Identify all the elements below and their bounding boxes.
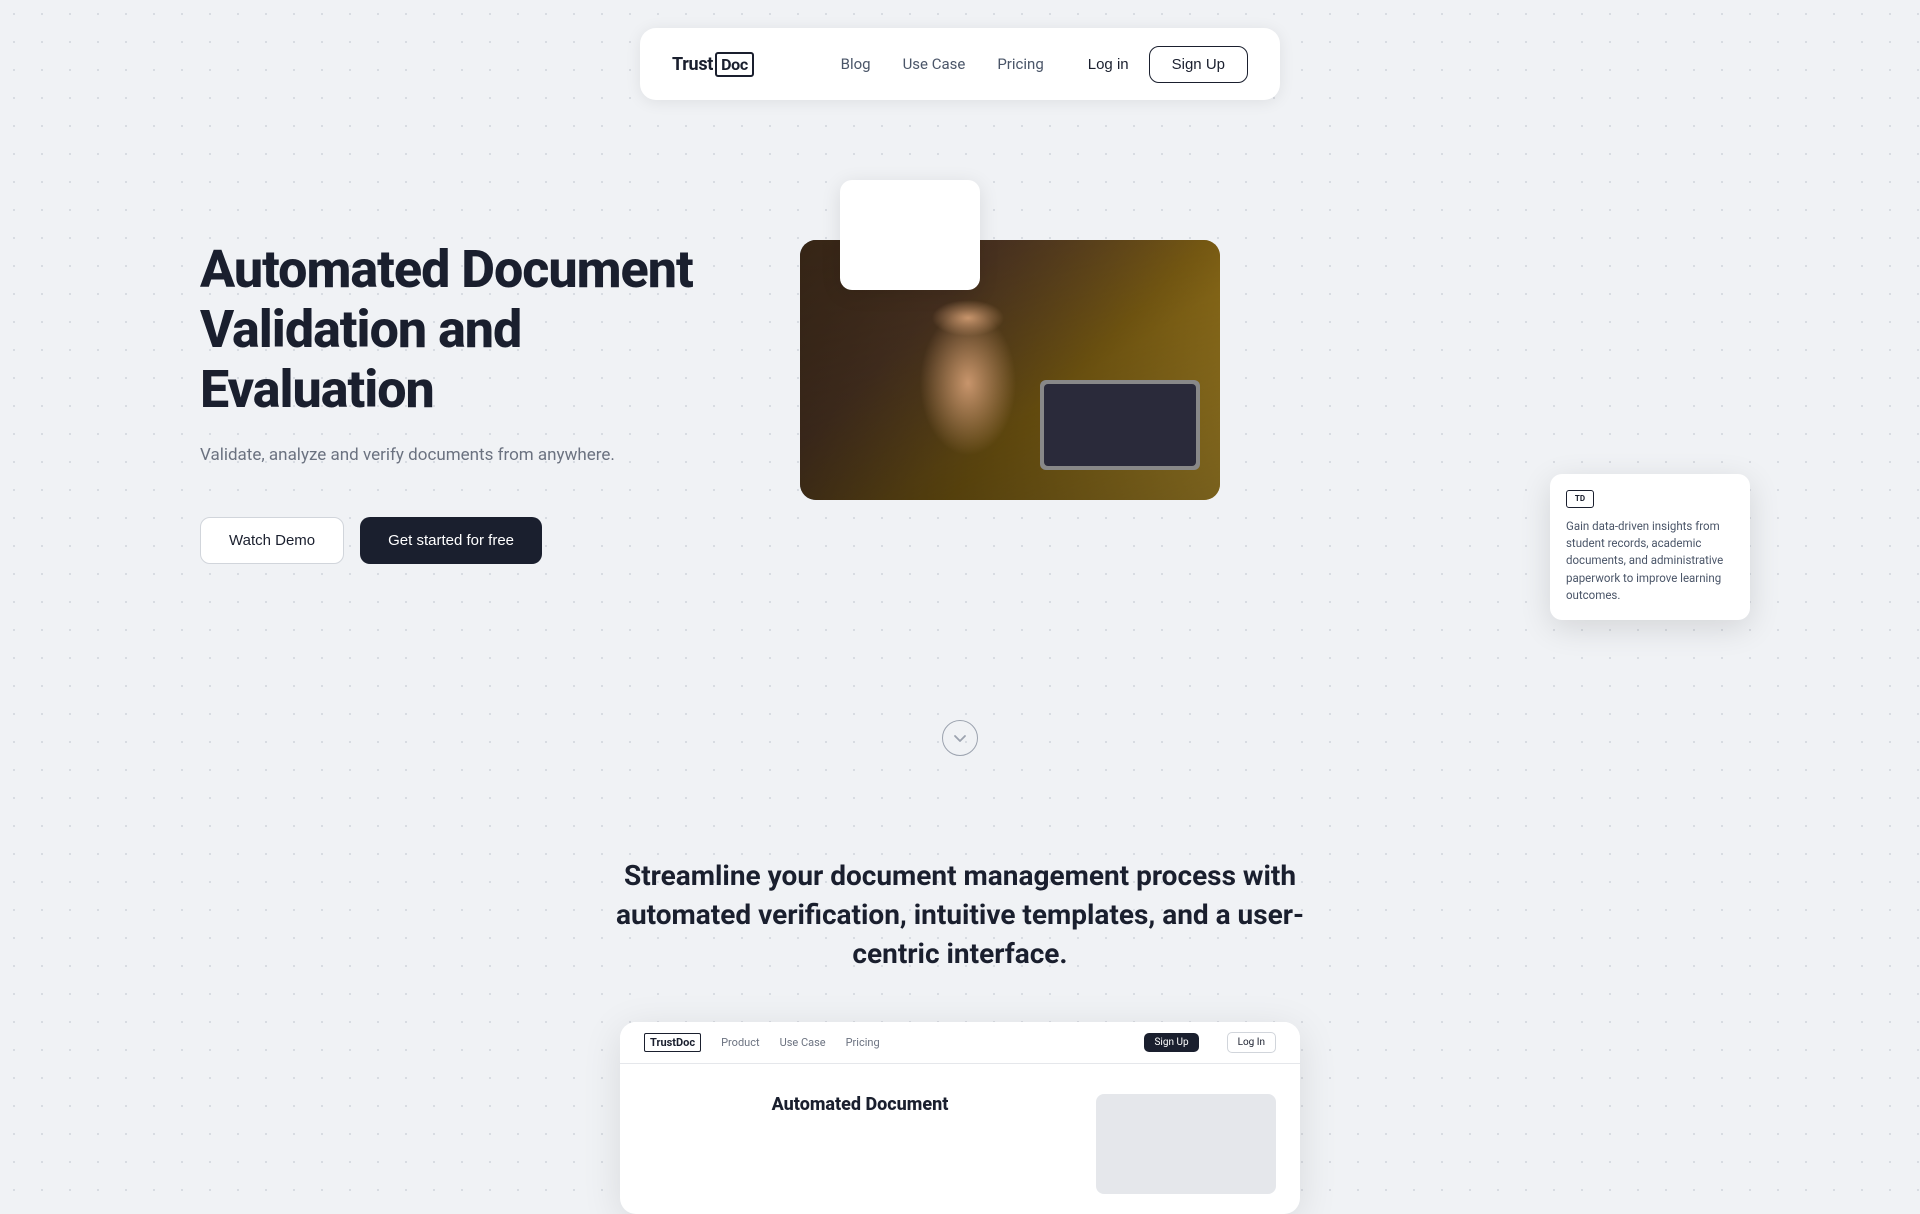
section2: Streamline your document management proc… bbox=[0, 796, 1920, 1214]
mockup-signup-btn[interactable]: Sign Up bbox=[1144, 1033, 1198, 1052]
hero-section: Automated Document Validation and Evalua… bbox=[0, 100, 1920, 700]
hero-subtitle: Validate, analyze and verify documents f… bbox=[200, 443, 720, 469]
mockup-nav-usecase: Use Case bbox=[780, 1036, 826, 1049]
chevron-down-icon bbox=[953, 731, 967, 745]
info-card-logo: TD bbox=[1566, 490, 1734, 508]
mockup-text-area: Automated Document bbox=[644, 1094, 1076, 1125]
logo-accent: Doc bbox=[715, 52, 754, 77]
hero-buttons: Watch Demo Get started for free bbox=[200, 517, 720, 564]
info-card-logo-icon: TD bbox=[1566, 490, 1594, 508]
info-card-text: Gain data-driven insights from student r… bbox=[1566, 518, 1734, 604]
hero-card-top bbox=[840, 180, 980, 290]
signup-button[interactable]: Sign Up bbox=[1149, 46, 1248, 83]
hero-title: Automated Document Validation and Evalua… bbox=[200, 240, 720, 419]
watch-demo-button[interactable]: Watch Demo bbox=[200, 517, 344, 564]
mockup-login-btn[interactable]: Log In bbox=[1227, 1032, 1276, 1053]
nav-link-use-case[interactable]: Use Case bbox=[903, 55, 966, 73]
navbar: TrustDoc Blog Use Case Pricing Log in Si… bbox=[640, 28, 1280, 100]
nav-link-pricing[interactable]: Pricing bbox=[997, 55, 1043, 73]
hero-left: Automated Document Validation and Evalua… bbox=[200, 180, 720, 564]
logo-text: TrustDoc bbox=[672, 52, 754, 77]
nav-link-blog[interactable]: Blog bbox=[841, 55, 871, 73]
hero-info-card: TD Gain data-driven insights from studen… bbox=[1550, 474, 1750, 620]
mockup-content: Automated Document bbox=[620, 1064, 1300, 1214]
laptop-shape bbox=[1040, 380, 1200, 470]
nav-actions: Log in Sign Up bbox=[1084, 46, 1248, 83]
scroll-chevron-button[interactable] bbox=[942, 720, 978, 756]
nav-links: Blog Use Case Pricing bbox=[841, 55, 1044, 73]
mockup-content-title: Automated Document bbox=[644, 1094, 1076, 1115]
app-mockup: TrustDoc Product Use Case Pricing Sign U… bbox=[620, 1022, 1300, 1214]
section2-title: Streamline your document management proc… bbox=[580, 856, 1340, 974]
scroll-indicator bbox=[0, 700, 1920, 796]
logo[interactable]: TrustDoc bbox=[672, 52, 754, 77]
mockup-logo: TrustDoc bbox=[644, 1033, 701, 1052]
mockup-navbar: TrustDoc Product Use Case Pricing Sign U… bbox=[620, 1022, 1300, 1064]
get-started-button[interactable]: Get started for free bbox=[360, 517, 542, 564]
navbar-wrapper: TrustDoc Blog Use Case Pricing Log in Si… bbox=[0, 0, 1920, 100]
mockup-nav-product: Product bbox=[721, 1036, 759, 1049]
mockup-nav-pricing: Pricing bbox=[846, 1036, 880, 1049]
mockup-gray-area bbox=[1096, 1094, 1276, 1194]
login-button[interactable]: Log in bbox=[1084, 48, 1133, 81]
hero-right: TD Gain data-driven insights from studen… bbox=[800, 180, 1720, 640]
